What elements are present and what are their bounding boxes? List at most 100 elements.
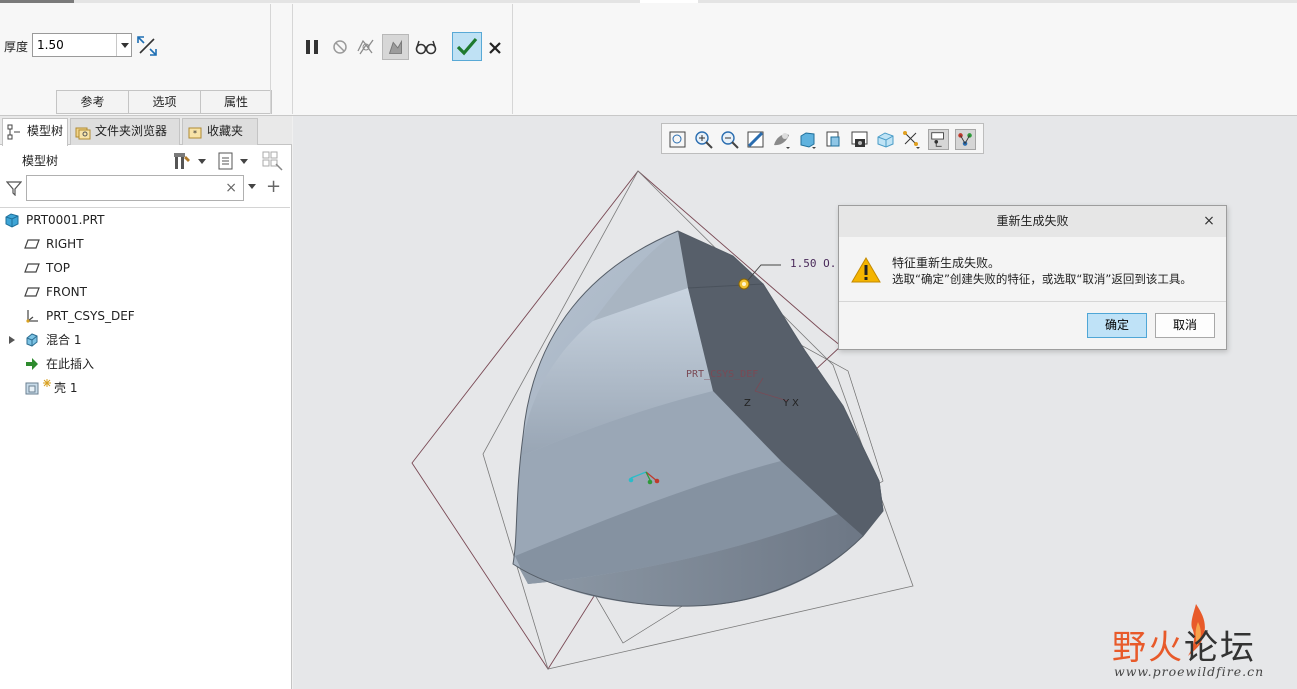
dialog-message-line1: 特征重新生成失败。 (892, 256, 1001, 270)
tree-item-label: PRT0001.PRT (26, 213, 105, 227)
search-input[interactable] (27, 176, 223, 200)
tree-item-label: 混合 1 (46, 333, 82, 347)
tab-folder-browser-label: 文件夹浏览器 (95, 124, 168, 138)
forum-watermark: 野火论坛 www.proewildfire.cn (1108, 602, 1288, 684)
tree-item-shell[interactable]: 壳 1 (0, 376, 290, 400)
pause-icon[interactable] (300, 35, 324, 59)
expand-arrow-icon[interactable] (9, 336, 15, 344)
zoom-out-icon[interactable] (719, 129, 740, 150)
tree-item-label: 在此插入 (46, 357, 95, 371)
perspective-icon[interactable] (849, 129, 870, 150)
graphics-toolbar (661, 123, 984, 154)
tab-folder-browser[interactable]: 文件夹浏览器 (70, 118, 180, 145)
verify-mode-icon[interactable] (354, 35, 378, 59)
tab-favorites-label: 收藏夹 (207, 124, 244, 138)
repaint-icon[interactable] (745, 129, 766, 150)
svg-text:*: * (193, 129, 197, 138)
tab-favorites[interactable]: * 收藏夹 (182, 118, 258, 145)
datum-display-icon[interactable] (901, 129, 922, 150)
add-filter-icon[interactable]: + (266, 177, 281, 197)
feature-tabs: 参考 选项 属性 (56, 90, 272, 114)
tree-item-label: 壳 1 (54, 381, 78, 395)
group-divider (270, 4, 271, 114)
close-icon[interactable] (486, 36, 504, 58)
tree-item-insert-here[interactable]: 在此插入 (0, 352, 290, 376)
model-tree-icon (7, 124, 20, 140)
refit-icon[interactable] (667, 129, 688, 150)
tab-references[interactable]: 参考 (56, 90, 128, 114)
active-ribbon-tab-indicator (0, 0, 74, 3)
tree-item-label: TOP (46, 261, 71, 275)
zoom-in-icon[interactable] (693, 129, 714, 150)
search-dropdown-arrow[interactable] (248, 184, 256, 189)
regeneration-failed-dialog: 重新生成失败 × 特征重新生成失败。 选取“确定”创建失败的特征，或选取“取消”… (838, 205, 1227, 350)
feature-preview-icon[interactable] (382, 34, 409, 60)
dimension-label: 1.50 O. (790, 257, 836, 270)
tree-item-csys[interactable]: PRT_CSYS_DEF (0, 304, 290, 328)
tree-item-right[interactable]: RIGHT (0, 232, 290, 256)
new-feature-star-icon (43, 379, 51, 387)
group-divider (512, 4, 513, 114)
tree-item-label: FRONT (46, 285, 87, 299)
csys-label: PRT_CSYS_DEF (686, 369, 758, 380)
tab-model-tree-label: 模型树 (27, 124, 64, 138)
saved-orientations-icon[interactable] (797, 129, 818, 150)
thickness-dropdown-arrow[interactable] (116, 34, 131, 56)
ok-button[interactable] (452, 32, 482, 61)
axis-label-x: X (792, 398, 799, 409)
navigator-tabs: 模型树 文件夹浏览器 * 收藏夹 (0, 116, 292, 146)
checkmark-icon (456, 37, 478, 56)
folder-browser-icon (75, 127, 91, 140)
datum-plane-icon (24, 263, 40, 273)
cancel-button[interactable]: 取消 (1155, 313, 1215, 338)
insert-here-arrow-icon (26, 358, 38, 370)
tree-show-icon[interactable] (216, 150, 254, 172)
annotation-display-icon[interactable] (928, 129, 949, 150)
display-style-icon[interactable] (771, 129, 792, 150)
axis-label-y: Y (782, 398, 790, 409)
tree-search-box[interactable]: × (26, 175, 244, 201)
part-model[interactable] (512, 230, 884, 607)
flip-direction-icon[interactable] (136, 35, 158, 57)
csys-icon (26, 310, 38, 323)
tab-options[interactable]: 选项 (128, 90, 200, 114)
model-tree-title: 模型树 (22, 154, 59, 168)
shell-icon (25, 382, 39, 395)
tab-model-tree[interactable]: 模型树 (2, 118, 68, 146)
view-manager-icon[interactable] (823, 129, 844, 150)
favorites-icon: * (188, 127, 202, 139)
axis-label-z: Z (744, 398, 751, 409)
thickness-combobox[interactable] (32, 33, 132, 57)
watermark-title: 野火论坛 (1112, 620, 1256, 669)
tree-item-part[interactable]: PRT0001.PRT (0, 208, 290, 232)
tree-item-label: RIGHT (46, 237, 84, 251)
datum-plane-icon (24, 239, 40, 249)
ok-button[interactable]: 确定 (1087, 313, 1147, 338)
spin-center-icon[interactable] (955, 129, 976, 150)
warning-icon (851, 257, 881, 283)
filter-icon[interactable] (6, 180, 22, 196)
thickness-input[interactable] (33, 34, 117, 56)
clear-search-icon[interactable]: × (225, 180, 237, 196)
tree-item-top[interactable]: TOP (0, 256, 290, 280)
navigator-panel: 模型树 文件夹浏览器 * 收藏夹 模型树 × + PRT0001.PRT RIG… (0, 116, 292, 689)
stop-icon[interactable] (328, 35, 352, 59)
glasses-preview-icon[interactable] (414, 35, 438, 59)
watermark-url: www.proewildfire.cn (1114, 664, 1265, 679)
tree-item-label: PRT_CSYS_DEF (46, 309, 135, 323)
dialog-message-line2: 选取“确定”创建失败的特征，或选取“取消”返回到该工具。 (892, 272, 1192, 286)
tree-item-front[interactable]: FRONT (0, 280, 290, 304)
tree-settings-icon[interactable] (172, 150, 210, 172)
divider (839, 301, 1226, 302)
close-icon[interactable]: × (1202, 213, 1216, 229)
blend-icon (26, 333, 38, 347)
tab-properties[interactable]: 属性 (200, 90, 272, 114)
tree-columns-icon[interactable] (262, 150, 284, 172)
appearance-icon[interactable] (875, 129, 896, 150)
part-icon (5, 213, 19, 228)
thickness-label: 厚度 (4, 40, 29, 54)
group-divider (292, 4, 293, 114)
tree-item-blend[interactable]: 混合 1 (0, 328, 290, 352)
watermark-title-part2: 论坛 (1184, 628, 1256, 668)
model-tree: PRT0001.PRT RIGHT TOP FRONT PRT_CSYS_DEF… (0, 208, 290, 400)
